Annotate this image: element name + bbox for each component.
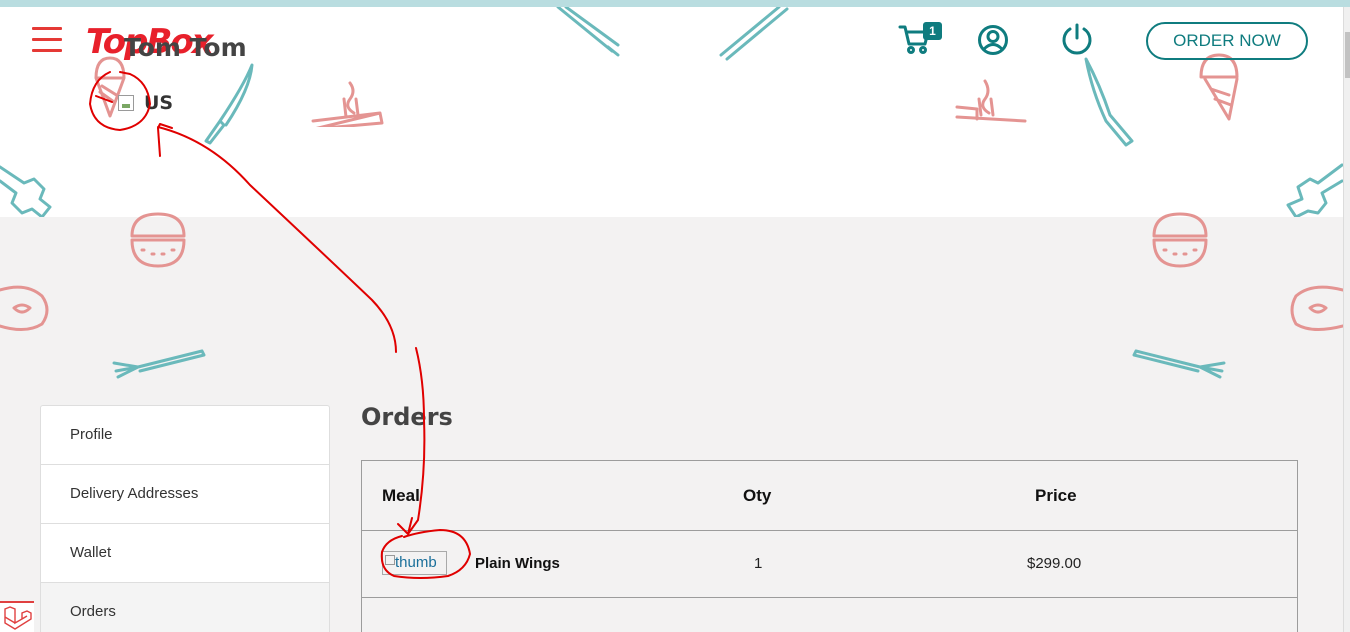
window-top-border	[0, 0, 1350, 7]
meal-name: Plain Wings	[475, 555, 560, 572]
thumbnail-alt-text: thumb	[395, 554, 437, 571]
scrollbar-thumb[interactable]	[1345, 32, 1350, 78]
laravel-logo-icon	[4, 606, 32, 630]
table-header: Meal Oty Price	[362, 461, 1297, 531]
user-name: Tom Tom	[124, 33, 247, 62]
country-flag-broken-image-icon	[118, 95, 134, 111]
column-header-meal: Meal	[382, 486, 420, 505]
order-now-button[interactable]: ORDER NOW	[1146, 22, 1308, 60]
fork-pasta-doodle-icon	[311, 81, 384, 127]
logout-power-icon[interactable]	[1060, 22, 1094, 56]
vertical-scrollbar[interactable]	[1343, 7, 1350, 632]
cart-count-badge: 1	[923, 22, 942, 40]
order-price: $299.00	[1027, 555, 1082, 572]
orders-table: Meal Oty Price thumb Plain Wings 1 $299.…	[361, 460, 1298, 632]
pepper-grinder-doodle-icon	[0, 165, 52, 217]
fork-pasta-doodle-icon-2	[955, 79, 1027, 123]
country-selector[interactable]: US	[118, 92, 173, 114]
sidebar-item-profile[interactable]: Profile	[40, 405, 330, 464]
order-qty: 1	[754, 555, 763, 572]
sidebar-item-delivery-addresses[interactable]: Delivery Addresses	[40, 464, 330, 523]
steak-doodle-icon	[0, 285, 49, 331]
broken-image-icon	[385, 555, 395, 565]
pepper-grinder-doodle-icon-2	[1286, 163, 1343, 217]
account-sidebar: Profile Delivery Addresses Wallet Orders	[40, 405, 330, 632]
chopsticks-doodle-icon-2	[719, 7, 789, 61]
knife-doodle-icon	[204, 63, 254, 145]
fork-doodle-icon-2	[1132, 349, 1226, 379]
user-profile-icon[interactable]	[977, 24, 1009, 56]
table-row[interactable]: thumb Plain Wings 1 $299.00	[362, 531, 1297, 598]
knife-doodle-icon-2	[1084, 57, 1134, 147]
sidebar-item-orders[interactable]: Orders	[40, 582, 330, 632]
country-code: US	[144, 92, 174, 114]
burger-doodle-icon-2	[1152, 212, 1208, 268]
laravel-debugbar-tab[interactable]	[0, 601, 34, 632]
column-header-qty: Oty	[743, 486, 772, 505]
page-title: Orders	[361, 403, 453, 431]
hamburger-menu-icon[interactable]	[32, 27, 62, 53]
meal-thumbnail-broken-image: thumb	[382, 551, 447, 575]
sidebar-item-wallet[interactable]: Wallet	[40, 523, 330, 582]
cart-button[interactable]: 1	[898, 22, 942, 56]
steak-doodle-icon-2	[1290, 285, 1343, 331]
chopsticks-doodle-icon	[556, 7, 620, 57]
fork-doodle-icon	[112, 349, 206, 379]
column-header-price: Price	[1035, 486, 1077, 505]
burger-doodle-icon	[130, 212, 186, 268]
